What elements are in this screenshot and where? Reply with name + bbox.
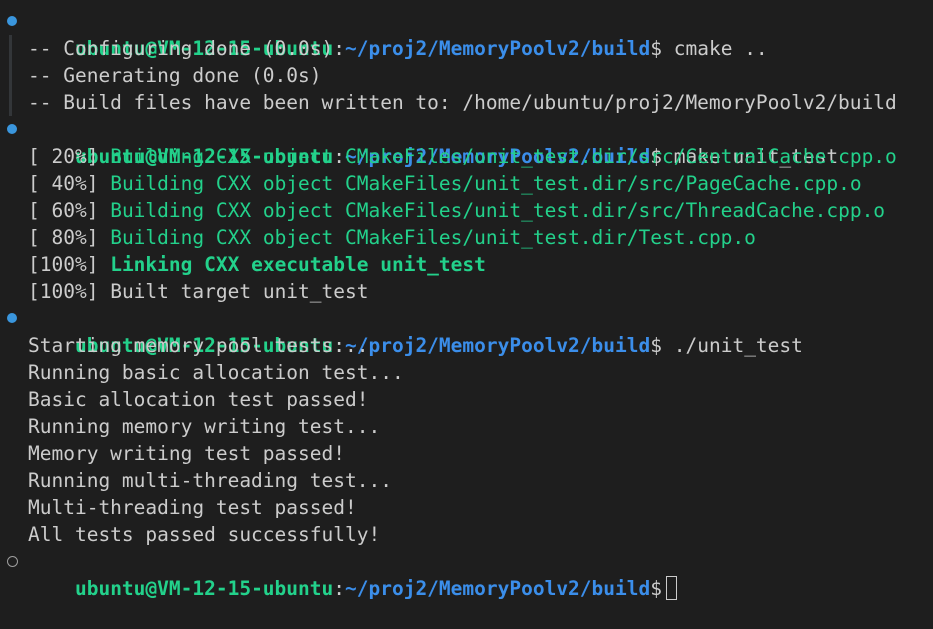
output-text: Starting memory pool tests...	[28, 334, 369, 357]
output-text: Basic allocation test passed!	[28, 388, 369, 411]
build-percent: [ 40%]	[28, 172, 99, 195]
build-step-text: Building CXX object CMakeFiles/unit_test…	[110, 226, 756, 249]
output-line: Basic allocation test passed!	[0, 386, 933, 413]
build-progress-line: [ 20%] Building CXX object CMakeFiles/un…	[0, 143, 933, 170]
build-progress-line: [ 60%] Building CXX object CMakeFiles/un…	[0, 197, 933, 224]
command-success-marker-icon[interactable]	[7, 16, 17, 26]
output-line: All tests passed successfully!	[0, 521, 933, 548]
output-text: Multi-threading test passed!	[28, 496, 357, 519]
prompt-line: ubuntu@VM-12-15-ubuntu:~/proj2/MemoryPoo…	[0, 8, 933, 60]
output-line: Multi-threading test passed!	[0, 494, 933, 521]
build-percent: [100%]	[28, 280, 99, 303]
output-line: Running multi-threading test...	[0, 467, 933, 494]
build-progress-line: [100%] Built target unit_test	[0, 278, 933, 305]
output-text: Running memory writing test...	[28, 415, 381, 438]
build-progress-line: [ 80%] Building CXX object CMakeFiles/un…	[0, 224, 933, 251]
build-percent: [ 20%]	[28, 145, 99, 168]
prompt-path: ~/proj2/MemoryPoolv2/build	[345, 577, 651, 600]
prompt-dollar: $	[650, 577, 662, 600]
output-line: Running basic allocation test...	[0, 359, 933, 386]
text-cursor[interactable]	[666, 576, 677, 600]
command-gutter-bar	[9, 62, 12, 89]
build-percent: [ 80%]	[28, 226, 99, 249]
output-text: All tests passed successfully!	[28, 523, 381, 546]
output-line: -- Configuring done (0.0s)	[0, 35, 933, 62]
prompt-colon: :	[333, 577, 345, 600]
command-gutter-bar	[9, 89, 12, 116]
active-prompt-line[interactable]: ubuntu@VM-12-15-ubuntu:~/proj2/MemoryPoo…	[0, 548, 933, 600]
output-text: Running basic allocation test...	[28, 361, 404, 384]
prompt-line: ubuntu@VM-12-15-ubuntu:~/proj2/MemoryPoo…	[0, 116, 933, 168]
build-progress-line: [100%] Linking CXX executable unit_test	[0, 251, 933, 278]
command-gutter-bar	[9, 35, 12, 62]
output-text: -- Configuring done (0.0s)	[28, 37, 334, 60]
build-step-text: Building CXX object CMakeFiles/unit_test…	[110, 172, 862, 195]
build-percent: [100%]	[28, 253, 99, 276]
output-line: Starting memory pool tests...	[0, 332, 933, 359]
output-line: Memory writing test passed!	[0, 440, 933, 467]
command-pending-marker-icon[interactable]	[7, 556, 18, 567]
output-text: -- Generating done (0.0s)	[28, 64, 322, 87]
command-success-marker-icon[interactable]	[7, 124, 17, 134]
prompt-line: ubuntu@VM-12-15-ubuntu:~/proj2/MemoryPoo…	[0, 305, 933, 357]
prompt-user-host: ubuntu@VM-12-15-ubuntu	[74, 577, 334, 600]
link-step-text: Linking CXX executable unit_test	[110, 253, 486, 276]
output-text: Running multi-threading test...	[28, 469, 392, 492]
build-step-text: Building CXX object CMakeFiles/unit_test…	[110, 199, 886, 222]
build-target-text: Built target unit_test	[110, 280, 369, 303]
terminal-output[interactable]: ubuntu@VM-12-15-ubuntu:~/proj2/MemoryPoo…	[0, 8, 933, 600]
command-success-marker-icon[interactable]	[7, 313, 17, 323]
build-step-text: Building CXX object CMakeFiles/unit_test…	[110, 145, 897, 168]
output-line: -- Generating done (0.0s)	[0, 62, 933, 89]
output-line: -- Build files have been written to: /ho…	[0, 89, 933, 116]
build-progress-line: [ 40%] Building CXX object CMakeFiles/un…	[0, 170, 933, 197]
output-line: Running memory writing test...	[0, 413, 933, 440]
output-text: Memory writing test passed!	[28, 442, 345, 465]
build-percent: [ 60%]	[28, 199, 99, 222]
output-text: -- Build files have been written to: /ho…	[28, 91, 897, 114]
